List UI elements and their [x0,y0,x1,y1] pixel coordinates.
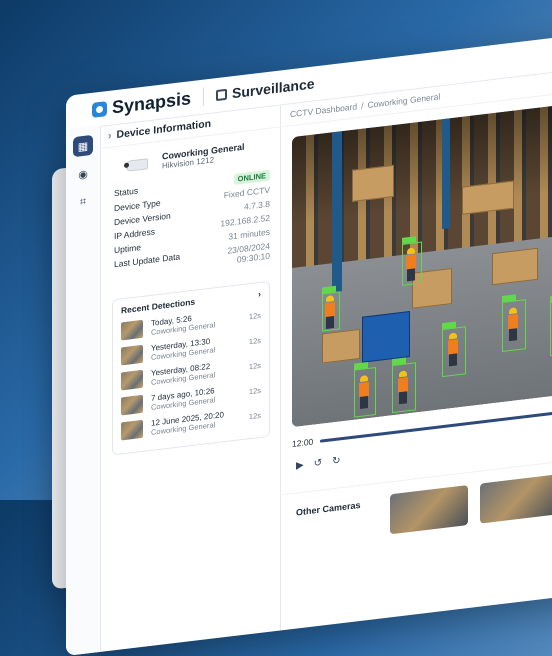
worker [324,294,336,329]
blue-bin [362,310,410,363]
field-value: Fixed CCTV [223,184,270,201]
timeline-time: 12:00 [292,436,314,450]
status-badge: ONLINE [233,169,270,186]
field-label: Last Update Data [114,251,181,270]
field-value: 31 minutes [228,226,270,242]
breadcrumb-item[interactable]: CCTV Dashboard [290,101,357,119]
field-value: 23/08/2024 09:30:10 [227,241,270,266]
shelf-rack [332,131,342,293]
camera-icon: ◉ [78,167,88,182]
detection-duration: 12s [248,335,261,346]
field-label: Status [114,185,139,199]
rewind-icon[interactable]: ↺ [314,457,322,469]
shelf-rack [442,118,450,230]
detection-duration: 12s [248,360,261,371]
main-content: CCTV Dashboard / Coworking General 12:00… [280,56,552,630]
breadcrumb-item: Coworking General [367,91,441,111]
scan-face-icon: ⌗ [79,195,87,208]
collapse-icon[interactable]: › [108,130,112,142]
device-panel: › Device Information Coworking General H… [100,104,281,652]
cargo-box [492,247,538,286]
chevron-right-icon[interactable]: › [258,289,261,299]
cargo-box [352,164,394,202]
detection-duration: 12s [248,385,261,396]
cctv-video-feed[interactable] [292,91,552,428]
detection-thumbnail [121,319,143,341]
field-label: Device Type [114,197,161,214]
worker [397,369,409,405]
device-fields: Status ONLINE Device Type Fixed CCTV Dev… [100,160,280,288]
sidebar-rail: ▦ ◉ ⌗ [66,125,101,656]
worker [358,374,370,409]
app-name: Synapsis [112,87,192,118]
forward-icon[interactable]: ↻ [332,455,340,467]
module-label: Surveillance [232,75,315,102]
synapsis-logo-icon [92,100,107,118]
field-label: Uptime [114,242,141,256]
cctv-camera-icon [122,155,150,172]
camera-thumbnail[interactable] [390,485,468,535]
sidebar-item-camera[interactable]: ◉ [73,163,93,185]
field-value: 192.168.2.52 [220,212,270,229]
worker [447,331,459,367]
module-title[interactable]: Surveillance [216,75,315,103]
field-value: 4.7.3.8 [244,198,270,212]
worker [405,246,417,282]
worker [507,306,519,342]
app-logo[interactable]: Synapsis [92,88,191,121]
surveillance-icon [216,88,228,101]
play-icon[interactable]: ▶ [296,460,304,472]
detections-title: Recent Detections [121,296,196,316]
detection-thumbnail [121,419,143,441]
player-controls: ▶ ↺ ↻ [296,455,340,471]
breadcrumb-separator: / [361,100,364,111]
app-window: Synapsis Surveillance ▦ ◉ ⌗ › Device Inf… [66,22,552,656]
camera-thumbnail[interactable] [480,474,552,524]
detection-thumbnail [121,344,143,366]
cargo-box [322,328,360,364]
detection-thumbnail [121,369,143,391]
recent-detections-card: Recent Detections › Today, 5:26 Coworking… [112,280,270,456]
detection-thumbnail [121,394,143,416]
sidebar-item-dashboard[interactable]: ▦ [73,134,93,158]
detection-duration: 12s [248,310,261,321]
dashboard-icon: ▦ [77,139,89,154]
divider [203,87,205,106]
sidebar-item-scan[interactable]: ⌗ [73,191,93,213]
cargo-box [462,180,514,215]
other-cameras-title: Other Cameras [296,499,361,518]
detection-duration: 12s [248,410,261,421]
field-label: IP Address [114,226,155,242]
